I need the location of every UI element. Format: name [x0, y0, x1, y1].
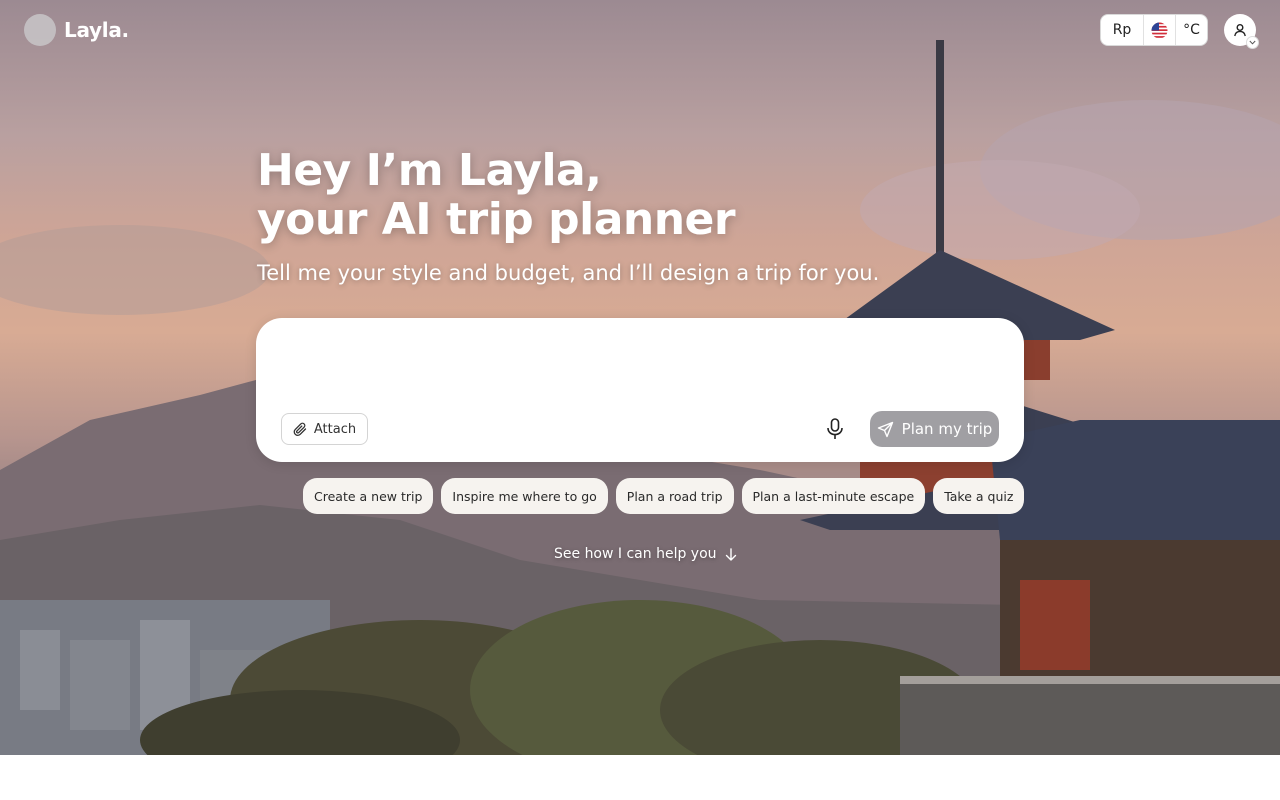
- chip-create-new-trip[interactable]: Create a new trip: [303, 478, 434, 514]
- attach-label: Attach: [313, 421, 357, 437]
- user-icon: [1234, 24, 1246, 37]
- arrow-down-icon: [725, 547, 736, 561]
- attach-button[interactable]: Attach: [281, 413, 368, 445]
- paperclip-icon: [293, 422, 307, 436]
- voice-input-button[interactable]: [822, 416, 848, 442]
- language-selector[interactable]: [1144, 15, 1176, 45]
- account-menu-button[interactable]: [1224, 14, 1259, 49]
- see-how-link[interactable]: See how I can help you: [554, 546, 737, 562]
- logo-mark-icon: [24, 14, 56, 46]
- chip-last-minute-escape[interactable]: Plan a last-minute escape: [741, 478, 926, 514]
- see-how-label: See how I can help you: [554, 546, 717, 562]
- hero-subheadline: Tell me your style and budget, and I’ll …: [257, 261, 880, 285]
- locale-settings[interactable]: Rp °C: [1100, 14, 1208, 46]
- hero-headline: Hey I’m Layla, your AI trip planner: [257, 145, 736, 245]
- currency-selector[interactable]: Rp: [1101, 15, 1144, 45]
- send-icon: [877, 421, 893, 437]
- microphone-icon: [827, 418, 843, 439]
- plan-my-trip-button[interactable]: Plan my trip: [870, 411, 999, 447]
- temperature-unit-selector[interactable]: °C: [1176, 15, 1207, 45]
- brand-logo[interactable]: Layla.: [24, 14, 129, 46]
- chip-take-quiz[interactable]: Take a quiz: [933, 478, 1025, 514]
- headline-line-2: your AI trip planner: [257, 194, 736, 245]
- brand-name: Layla.: [64, 18, 129, 42]
- chevron-down-icon: [1246, 36, 1259, 49]
- chip-inspire-me[interactable]: Inspire me where to go: [441, 478, 608, 514]
- chip-plan-road-trip[interactable]: Plan a road trip: [615, 478, 734, 514]
- trip-prompt-input[interactable]: [280, 336, 1000, 406]
- trip-prompt-box: Attach Plan my trip: [256, 318, 1024, 462]
- suggestion-chips: Create a new trip Inspire me where to go…: [303, 478, 1025, 514]
- headline-line-1: Hey I’m Layla,: [257, 145, 602, 196]
- plan-my-trip-label: Plan my trip: [901, 420, 993, 438]
- us-flag-icon: [1151, 22, 1168, 38]
